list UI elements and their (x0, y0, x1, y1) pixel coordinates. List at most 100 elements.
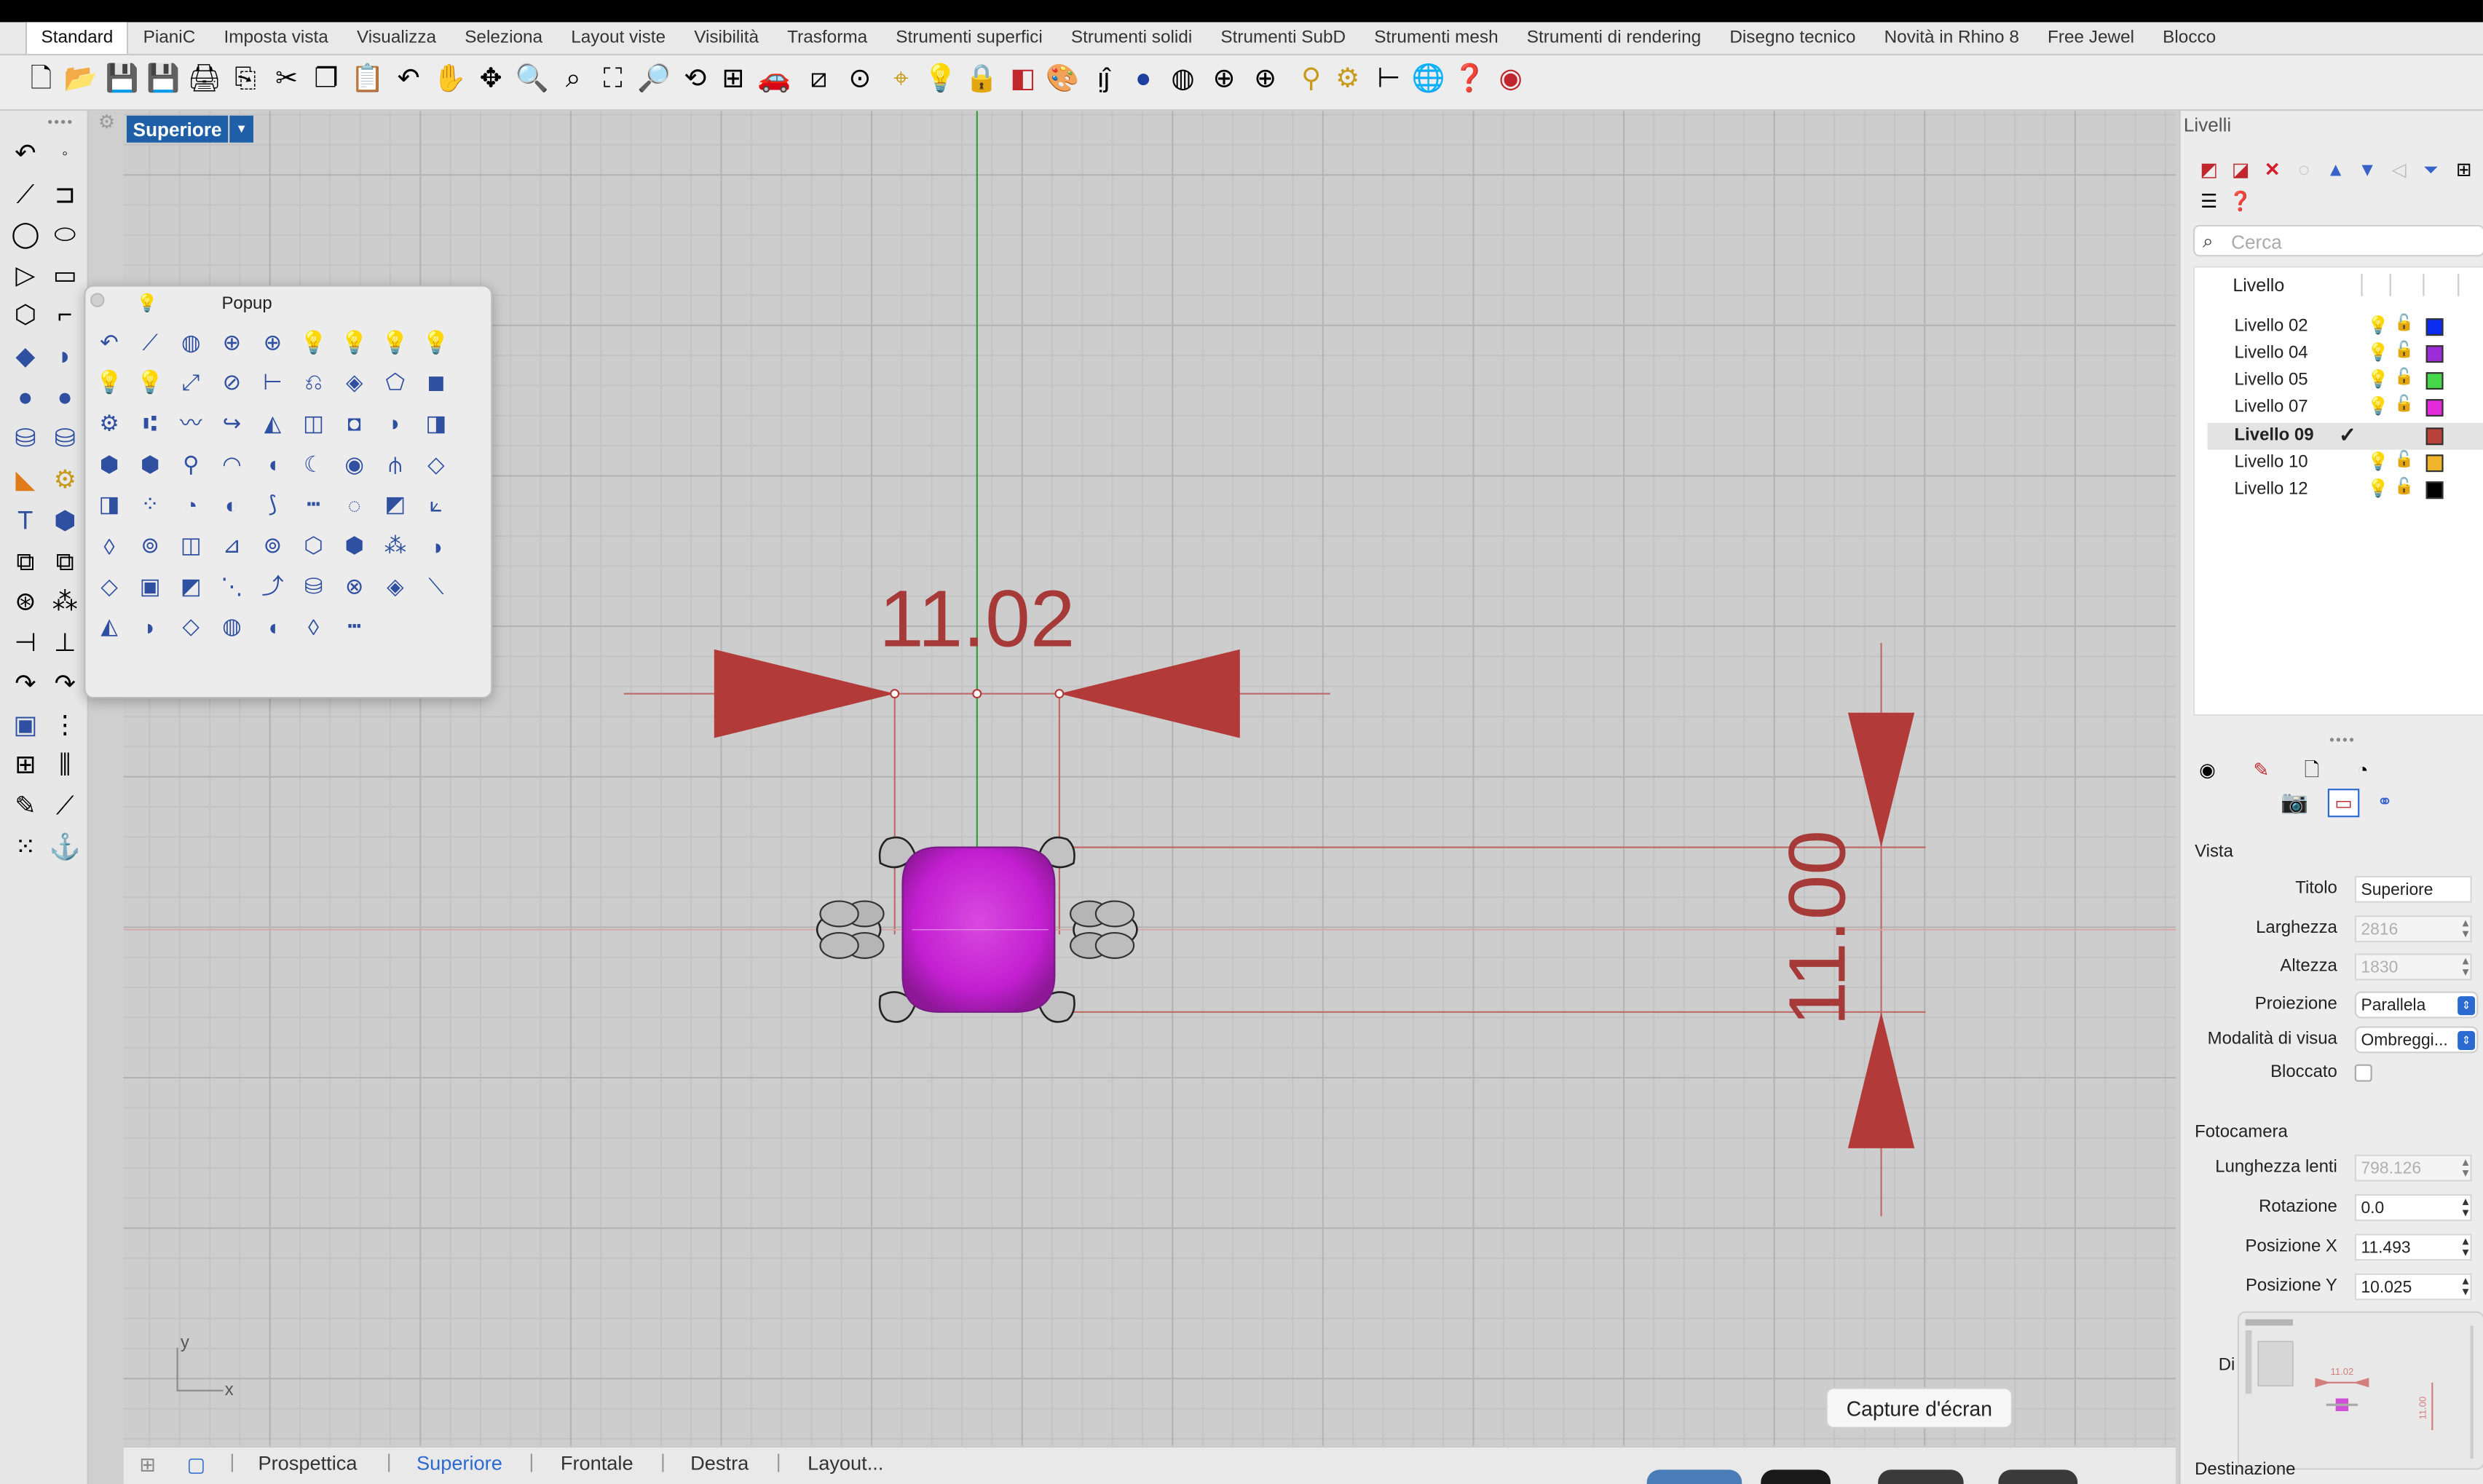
help-icon[interactable]: ❓ (1453, 60, 1486, 95)
layer-row[interactable]: Livello 04 💡 🔓 (2208, 341, 2483, 368)
new-file-icon[interactable]: 🗋 (25, 60, 57, 95)
box-icon[interactable]: ⬢ (47, 505, 82, 540)
four-views-icon[interactable]: ⊞ (717, 60, 749, 95)
popup-tool-icon[interactable]: ◉ (337, 447, 372, 482)
popup-tool-icon[interactable]: ⤴ (256, 569, 291, 604)
posy-stepper[interactable]: ▴ ▾ (2463, 1274, 2469, 1298)
layer-color-swatch[interactable] (2425, 427, 2444, 446)
popup-tool-icon[interactable]: 💡 (296, 325, 331, 360)
toolbar-settings-gear-icon[interactable]: ⚙ (98, 111, 115, 133)
named-views-icon[interactable]: ⚭ (2372, 789, 2398, 814)
viewport-props-icon[interactable]: ▭ (2327, 789, 2360, 818)
proiezione-select[interactable]: Parallela ⇕ (2354, 991, 2479, 1019)
grid-layout-icon[interactable]: ⊞ (139, 1452, 156, 1476)
popup-tool-icon[interactable]: ◨ (419, 406, 454, 441)
chat-icon[interactable]: ◉ (1495, 60, 1526, 95)
layer-row-current[interactable]: Livello 09 ✓ (2207, 422, 2483, 450)
layer-color-swatch[interactable] (2425, 454, 2444, 473)
bloccato-checkbox[interactable] (2354, 1064, 2372, 1082)
layer-visible-bulb-icon[interactable]: 💡 (2367, 478, 2389, 499)
blend-icon[interactable]: ↷ (47, 668, 82, 703)
polyline-icon[interactable]: ⟋ (8, 179, 43, 214)
block-icon[interactable]: ▣ (8, 709, 43, 744)
popup-close-button[interactable] (90, 293, 105, 307)
popup-tool-icon[interactable]: ⊚ (256, 528, 291, 563)
popup-tool-icon[interactable]: ⋱ (214, 569, 249, 604)
tab-visibilita[interactable]: Visibilità (680, 22, 773, 54)
popup-tool-icon[interactable]: ▣ (133, 569, 167, 604)
light-bulb-icon[interactable]: 💡 (924, 60, 958, 95)
view-tab-frontale[interactable]: Frontale (561, 1452, 633, 1474)
polygon-icon[interactable]: ⬡ (8, 299, 43, 334)
view-tab-superiore[interactable]: Superiore (417, 1452, 502, 1474)
properties-shapes-tab-icon[interactable]: ◔ (2350, 757, 2375, 783)
modalita-select[interactable]: Ombreggi... ⇕ (2354, 1026, 2479, 1054)
popup-tool-icon[interactable]: ◍ (173, 325, 208, 360)
layer-search[interactable]: ⌕ (2192, 224, 2483, 257)
move-layer-up-icon[interactable]: ▲ (2323, 157, 2348, 182)
render-sphere-icon[interactable]: ● (1127, 60, 1158, 95)
trim-icon[interactable]: ⊣ (8, 627, 43, 662)
popup-tool-icon[interactable]: ◨ (92, 487, 127, 522)
popup-tool-icon[interactable]: ◇ (419, 447, 454, 482)
layer-collapse-icon[interactable]: ◁ (2386, 157, 2412, 182)
zoom-extents-icon[interactable]: ⛶ (597, 60, 628, 95)
popup-tool-icon[interactable]: ◫ (173, 528, 208, 563)
tab-seleziona[interactable]: Seleziona (451, 22, 557, 54)
camera-icon[interactable]: 📷 (2281, 789, 2308, 814)
layer-unlock-icon[interactable]: 🔓 (2394, 451, 2414, 469)
color-wheel-icon[interactable]: 🎨 (1046, 60, 1079, 95)
popup-tool-icon[interactable]: ◇ (173, 609, 208, 644)
properties-icon[interactable]: ᴉĵ (1088, 60, 1119, 95)
web-globe-icon[interactable]: 🌐 (1412, 60, 1445, 95)
properties-page-tab-icon[interactable]: 🗋 (2300, 757, 2325, 783)
popup-tool-icon[interactable]: ⊚ (133, 528, 167, 563)
edit-icon[interactable]: ✎ (8, 790, 43, 825)
tab-strumenti-solidi[interactable]: Strumenti solidi (1057, 22, 1206, 54)
popup-tool-icon[interactable]: ◖ (256, 447, 291, 482)
dock-item[interactable] (1646, 1469, 1742, 1484)
layer-table-icon[interactable]: ⊞ (2451, 157, 2476, 182)
copy-icon[interactable]: ❐ (310, 60, 342, 95)
new-sublayer-icon[interactable]: ◪ (2228, 157, 2254, 182)
cut-icon[interactable]: ✂ (271, 60, 302, 95)
undo-view-icon[interactable]: ⟲ (679, 60, 711, 95)
layer-color-swatch[interactable] (2425, 399, 2444, 417)
tab-disegno-tecnico[interactable]: Disegno tecnico (1716, 22, 1870, 54)
delete-layer-icon[interactable]: ✕ (2259, 157, 2285, 182)
popup-tool-icon[interactable]: 〰 (173, 406, 208, 441)
zoom-selected-icon[interactable]: 🔎 (637, 60, 671, 95)
layer-visible-bulb-icon[interactable]: 💡 (2367, 451, 2389, 472)
curve-icon[interactable]: ⊐ (47, 179, 82, 214)
popup-tool-icon[interactable]: ⬡ (296, 528, 331, 563)
popup-tool-icon[interactable]: ⊕ (214, 325, 249, 360)
popup-tool-icon[interactable]: 💡 (133, 366, 167, 400)
dock-item[interactable] (1878, 1469, 1964, 1484)
viewport-title-label[interactable]: Superiore (126, 115, 229, 143)
layer-search-input[interactable] (2231, 229, 2469, 253)
layer-row[interactable]: Livello 07 💡 🔓 (2208, 395, 2483, 422)
popup-tool-icon[interactable]: ◩ (173, 569, 208, 604)
popup-tool-icon[interactable]: ⬢ (92, 447, 127, 482)
tab-standard[interactable]: Standard (25, 22, 130, 54)
layer-icon[interactable]: ◧ (1007, 60, 1038, 95)
popup-tool-icon[interactable]: ⁂ (378, 528, 413, 563)
rectangle-icon[interactable]: ▭ (47, 260, 82, 295)
array-linear-icon[interactable]: ⫼ (47, 749, 82, 784)
dock-item[interactable] (1998, 1469, 2078, 1484)
popup-tool-icon[interactable]: ⊿ (214, 528, 249, 563)
offset-curve-icon[interactable]: ↷ (8, 668, 43, 703)
new-layer-icon[interactable]: ◩ (2196, 157, 2222, 182)
single-view-icon[interactable]: ▢ (187, 1452, 206, 1476)
cylinder-icon[interactable]: ⛁ (8, 423, 43, 458)
export-icon[interactable]: ⎘ (229, 60, 261, 95)
cplane-icon[interactable]: ⧄ (803, 60, 834, 95)
popup-tool-icon[interactable]: ⊢ (256, 366, 291, 400)
solid-icon[interactable]: ● (47, 382, 82, 417)
panel-splitter[interactable]: •••• (2329, 732, 2356, 748)
dimension-icon[interactable]: ⊢ (1373, 60, 1404, 95)
popup-tool-icon[interactable]: ⊕ (256, 325, 291, 360)
posx-stepper[interactable]: ▴ ▾ (2463, 1234, 2469, 1258)
view-tab-layout[interactable]: Layout... (808, 1452, 883, 1474)
popup-tool-icon[interactable]: 💡 (92, 366, 127, 400)
